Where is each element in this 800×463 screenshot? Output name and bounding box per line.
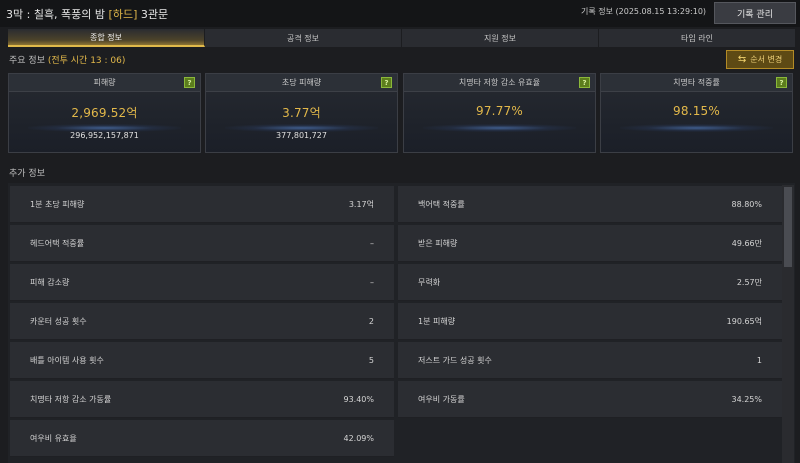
stat-row: 치명타 저항 감소 가동률 93.40% [10,381,394,418]
card-value: 2,969.52억 [71,106,138,120]
stat-card-crit-rate: 치명타 적중률? 98.15% [600,73,793,153]
stat-key: 헤드어택 적중률 [30,238,85,248]
card-header: 피해량? [9,74,200,92]
main-info-label: 주요 정보 (전투 시간 13 : 06) [9,53,125,66]
stat-value: 3.17억 [348,199,374,209]
help-icon[interactable]: ? [184,77,195,88]
change-order-label: 순서 변경 [750,55,783,64]
tab-support[interactable]: 지원 정보 [402,29,599,47]
stat-row: 배틀 아이템 사용 횟수 5 [10,342,394,379]
stat-key: 저스트 가드 성공 횟수 [418,355,492,365]
stat-value: 34.25% [731,394,762,404]
stat-row: 백어택 적중률 88.80% [398,186,782,223]
glow-decoration [620,124,773,132]
glow-decoration [423,124,576,132]
page-title: 3막 : 칠흑, 폭풍의 밤 [하드] 3관문 [6,6,168,22]
tab-timeline[interactable]: 타임 라인 [599,29,795,47]
stat-value: – [370,238,374,248]
stat-value: 88.80% [731,199,762,209]
scrollbar-thumb[interactable] [784,187,792,267]
stat-value: 93.40% [343,394,374,404]
change-order-button[interactable]: ⇆ 순서 변경 [726,50,794,69]
card-value: 97.77% [476,104,523,118]
stat-row: 여우비 가동률 34.25% [398,381,782,418]
stat-value: 49.66만 [731,238,762,248]
help-icon[interactable]: ? [579,77,590,88]
additional-info-label: 추가 정보 [9,169,45,179]
stat-row: 무력화 2.57만 [398,264,782,301]
stat-row: 카운터 성공 횟수 2 [10,303,394,340]
stat-key: 무력화 [418,277,441,287]
card-subvalue: 377,801,727 [276,131,327,140]
stat-key: 백어택 적중률 [418,199,465,209]
card-title: 치명타 적중률 [673,78,720,87]
stat-value: 1 [756,355,762,365]
card-title: 피해량 [93,78,116,87]
tab-overview[interactable]: 종합 정보 [8,29,205,47]
stat-key: 카운터 성공 횟수 [30,316,87,326]
stat-row: 헤드어택 적중률 – [10,225,394,262]
help-icon[interactable]: ? [381,77,392,88]
stat-card-dps: 초당 피해량? 3.77억 377,801,727 [205,73,398,153]
scrollbar[interactable] [782,185,794,463]
difficulty-label: [하드] [108,8,138,21]
card-header: 치명타 저항 감소 유효율? [404,74,595,92]
tab-attack[interactable]: 공격 정보 [205,29,402,47]
stat-row: 1분 피해량 190.65억 [398,303,782,340]
title-prefix: 3막 : 칠흑, 폭풍의 밤 [6,8,109,21]
tab-bar: 종합 정보 공격 정보 지원 정보 타임 라인 [8,29,795,47]
card-header: 초당 피해량? [206,74,397,92]
swap-icon: ⇆ [737,54,747,65]
stat-row: 받은 피해량 49.66만 [398,225,782,262]
stat-key: 여우비 가동률 [418,394,465,404]
battle-time: (전투 시간 13 : 06) [47,56,126,66]
stat-value: 2.57만 [736,277,762,287]
card-title: 초당 피해량 [281,78,322,87]
stat-value: 2 [368,316,374,326]
header-bar: 3막 : 칠흑, 폭풍의 밤 [하드] 3관문 기록 정보 (2025.08.1… [0,0,800,27]
stat-card-damage: 피해량? 2,969.52억 296,952,157,871 [8,73,201,153]
stat-key: 받은 피해량 [418,238,458,248]
stat-row: 저스트 가드 성공 횟수 1 [398,342,782,379]
stat-key: 치명타 저항 감소 가동률 [30,394,112,404]
stat-value: 42.09% [343,433,374,443]
stat-value: 5 [368,355,374,365]
card-value: 98.15% [673,104,720,118]
stat-card-crit-resist: 치명타 저항 감소 유효율? 97.77% [403,73,596,153]
record-manage-button[interactable]: 기록 관리 [714,2,796,24]
stat-row: 1분 초당 피해량 3.17억 [10,186,394,223]
card-header: 치명타 적중률? [601,74,792,92]
record-info: 기록 정보 (2025.08.15 13:29:10) [581,7,707,16]
main-info-text: 주요 정보 [9,56,48,66]
additional-info-panel: 1분 초당 피해량 3.17억 헤드어택 적중률 – 피해 감소량 – 카운터 성공 … [8,183,795,463]
stat-value: 190.65억 [726,316,762,326]
card-title: 치명타 저항 감소 유효율 [458,78,541,87]
stat-key: 피해 감소량 [30,277,70,287]
stat-key: 1분 초당 피해량 [30,199,85,209]
title-suffix: 3관문 [137,8,169,21]
stat-key: 여우비 유효율 [30,433,77,443]
help-icon[interactable]: ? [776,77,787,88]
card-subvalue: 296,952,157,871 [70,131,139,140]
card-value: 3.77억 [282,106,321,120]
stat-row: 여우비 유효율 42.09% [10,420,394,457]
stat-row: 피해 감소량 – [10,264,394,301]
stat-key: 1분 피해량 [418,316,456,326]
stat-value: – [370,277,374,287]
stat-key: 배틀 아이템 사용 횟수 [30,355,104,365]
